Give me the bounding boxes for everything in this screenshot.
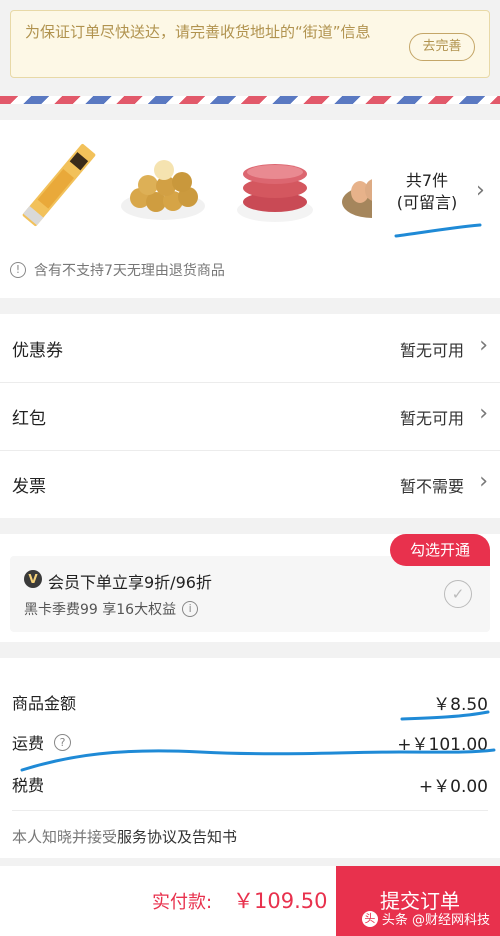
red-packet-row[interactable]: 红包 暂无可用 › — [0, 382, 500, 450]
chevron-right-icon: › — [479, 469, 488, 494]
shipping-fee-value: +￥101.00 — [397, 735, 488, 755]
airmail-border — [0, 96, 500, 104]
tax-label: 税费 — [12, 772, 44, 796]
membership-subtitle: 黑卡季费99 享16大权益 i — [24, 599, 199, 619]
address-notice: 为保证订单尽快送达，请完善收货地址的“街道”信息 去完善 — [10, 10, 490, 78]
eggs-icon[interactable] — [338, 140, 372, 230]
tax-value: +￥0.00 — [418, 777, 488, 797]
product-note: (可留言) — [396, 193, 458, 212]
shipping-fee-label: 运费 ? — [12, 730, 72, 754]
total-label: 实付款: — [152, 892, 213, 913]
service-agreement-link[interactable]: 服务协议及告知书 — [117, 828, 237, 846]
info-icon: ! — [10, 262, 26, 278]
toutiao-logo-icon: 头 — [361, 910, 378, 927]
chevron-right-icon: › — [479, 333, 488, 358]
invoice-row[interactable]: 发票 暂不需要 › — [0, 450, 500, 518]
membership-card: V 会员下单立享9折/96折 黑卡季费99 享16大权益 i ✓ 勾选开通 — [0, 534, 500, 642]
goods-amount-label-text: 商品金额 — [12, 694, 77, 713]
beef-patty-icon[interactable] — [230, 140, 320, 230]
goods-amount-label: 商品金额 — [12, 690, 76, 714]
membership-subtitle-text: 黑卡季费99 享16大权益 — [24, 602, 177, 618]
vip-badge-icon: V — [24, 570, 42, 588]
agreement-prefix: 本人知晓并接受 — [12, 828, 118, 846]
watermark: 头 头条 @财经网科技 — [361, 909, 490, 928]
red-packet-label: 红包 — [12, 409, 46, 429]
red-packet-value: 暂无可用 — [399, 409, 464, 428]
fee-summary-card: 商品金额 ￥8.50 运费 ? +￥101.00 税费 +￥0.00 本人知晓并… — [0, 658, 500, 858]
tax-label-text: 税费 — [12, 776, 45, 795]
shipping-fee-row: 运费 ? +￥101.00 — [0, 724, 500, 760]
complete-address-button[interactable]: 去完善 — [409, 33, 475, 61]
product-summary[interactable]: 共7件 (可留言) — [392, 170, 462, 214]
goods-amount-row: 商品金额 ￥8.50 — [0, 684, 500, 720]
order-options-card: 优惠券 暂无可用 › 红包 暂无可用 › 发票 暂不需要 › — [0, 314, 500, 518]
checkout-bar: 实付款: ￥109.50 提交订单 头 头条 @财经网科技 — [0, 866, 500, 936]
address-notice-text: 为保证订单尽快送达，请完善收货地址的“街道”信息 — [25, 23, 371, 41]
membership-offer[interactable]: V 会员下单立享9折/96折 黑卡季费99 享16大权益 i ✓ — [10, 556, 490, 632]
invoice-value: 暂不需要 — [399, 477, 464, 496]
divider — [12, 810, 488, 811]
coupon-value: 暂无可用 — [399, 341, 464, 360]
shipping-fee-label-text: 运费 — [12, 734, 45, 753]
potato-balls-icon[interactable] — [118, 140, 208, 230]
product-list-card[interactable]: 共7件 (可留言) › ! 含有不支持7天无理由退货商品 — [0, 120, 500, 298]
membership-title: 会员下单立享9折/96折 — [48, 573, 212, 592]
tax-row: 税费 +￥0.00 — [0, 766, 500, 802]
info-icon[interactable]: i — [182, 601, 199, 617]
product-count: 共7件 — [405, 171, 449, 190]
total-value: ￥109.50 — [233, 889, 328, 913]
refund-notice: ! 含有不支持7天无理由退货商品 — [10, 260, 225, 280]
coupon-label: 优惠券 — [12, 341, 63, 361]
select-to-activate-tag[interactable]: 勾选开通 — [390, 534, 490, 566]
snack-stick-icon[interactable] — [14, 140, 104, 230]
invoice-label: 发票 — [12, 477, 46, 497]
coupon-row[interactable]: 优惠券 暂无可用 › — [0, 314, 500, 382]
help-icon[interactable]: ? — [54, 733, 72, 751]
chevron-right-icon: › — [479, 401, 488, 426]
agreement: 本人知晓并接受服务协议及告知书 — [12, 826, 237, 847]
watermark-text: 头条 @财经网科技 — [381, 913, 490, 928]
refund-notice-text: 含有不支持7天无理由退货商品 — [34, 263, 225, 279]
goods-amount-value: ￥8.50 — [433, 695, 488, 715]
chevron-right-icon: › — [476, 178, 485, 203]
membership-checkbox[interactable]: ✓ — [444, 580, 472, 608]
